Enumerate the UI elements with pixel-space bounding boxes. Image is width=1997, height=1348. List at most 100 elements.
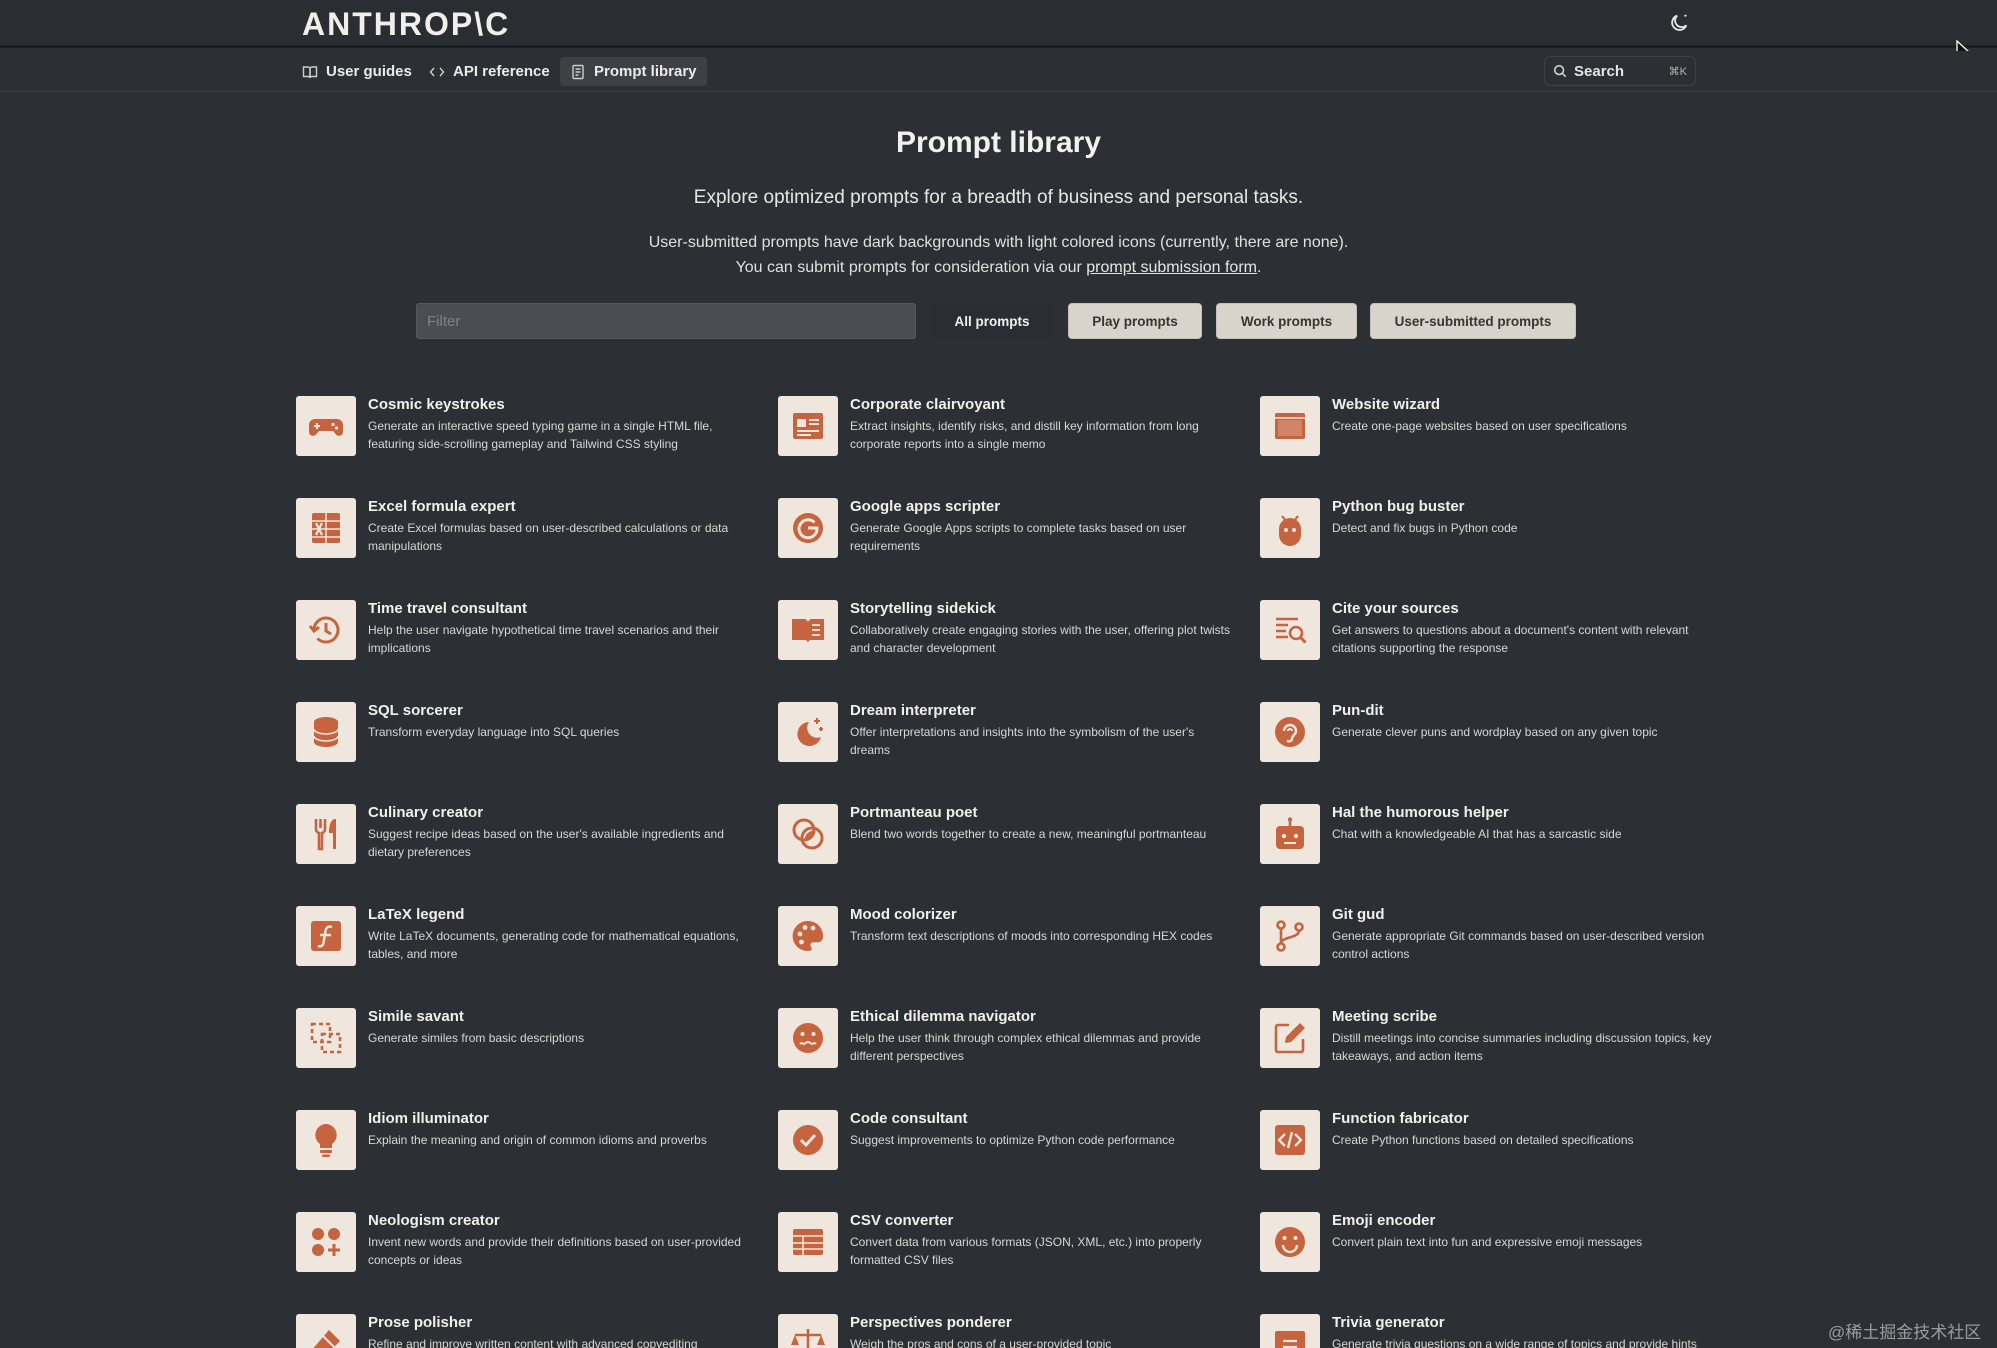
search-button[interactable]: Search ⌘K	[1544, 56, 1696, 86]
prompt-icon-tile	[296, 906, 356, 966]
top-bar: ANTHROP\C	[0, 0, 1997, 48]
submission-note: User-submitted prompts have dark backgro…	[0, 230, 1997, 280]
prompt-card[interactable]: Time travel consultant Help the user nav…	[296, 600, 756, 666]
prompt-submission-link[interactable]: prompt submission form	[1086, 259, 1257, 276]
note-suffix: .	[1256, 259, 1262, 276]
prompt-title: Emoji encoder	[1332, 1212, 1436, 1229]
prompt-description: Write LaTeX documents, generating code f…	[368, 929, 739, 961]
prompt-icon-tile	[1260, 1314, 1320, 1348]
prompt-card[interactable]: Corporate clairvoyant Extract insights, …	[778, 396, 1238, 462]
prompt-description: Generate appropriate Git commands based …	[1332, 929, 1705, 961]
prompt-card[interactable]: Portmanteau poet Blend two words togethe…	[778, 804, 1238, 870]
anthropic-logo[interactable]: ANTHROP\C	[302, 6, 510, 43]
prompt-card[interactable]: Perspectives ponderer Weigh the pros and…	[778, 1314, 1238, 1348]
prompt-card[interactable]: Excel formula expert Create Excel formul…	[296, 498, 756, 564]
prompt-card[interactable]: Python bug buster Detect and fix bugs in…	[1260, 498, 1720, 564]
prompt-card[interactable]: SQL sorcerer Transform everyday language…	[296, 702, 756, 768]
pencil-square-icon	[1274, 1023, 1305, 1054]
prompt-icon-tile	[296, 498, 356, 558]
prompt-title: Pun-dit	[1332, 702, 1384, 719]
scale-icon	[791, 1329, 825, 1348]
prompt-icon-tile	[1260, 498, 1320, 558]
prompt-description: Generate trivia questions on a wide rang…	[1332, 1337, 1697, 1348]
prompt-description: Transform everyday language into SQL que…	[368, 725, 620, 739]
prompt-description: Weigh the pros and cons of a user-provid…	[850, 1337, 1112, 1348]
nav-api-reference[interactable]: API reference	[419, 57, 560, 86]
filter-user-submitted-button[interactable]: User-submitted prompts	[1370, 303, 1576, 339]
uneasy-face-icon	[793, 1023, 823, 1053]
prompt-description: Transform text descriptions of moods int…	[850, 929, 1213, 943]
filter-input[interactable]	[416, 303, 916, 339]
prompt-card[interactable]: Neologism creator Invent new words and p…	[296, 1212, 756, 1278]
prompt-card[interactable]: Hal the humorous helper Chat with a know…	[1260, 804, 1720, 870]
prompt-description: Offer interpretations and insights into …	[850, 725, 1195, 757]
prompt-card[interactable]: Function fabricator Create Python functi…	[1260, 1110, 1720, 1176]
note-line-2: You can submit prompts for consideration…	[0, 255, 1997, 280]
prompt-title: SQL sorcerer	[368, 702, 463, 719]
prompt-card[interactable]: Simile savant Generate similes from basi…	[296, 1008, 756, 1074]
prompt-card[interactable]: Dream interpreter Offer interpretations …	[778, 702, 1238, 768]
prompt-icon-tile	[296, 600, 356, 660]
nav-label: User guides	[326, 63, 412, 80]
filter-play-prompts-button[interactable]: Play prompts	[1068, 303, 1202, 339]
prompt-title: Function fabricator	[1332, 1110, 1469, 1127]
prompt-description: Create Python functions based on detaile…	[1332, 1133, 1634, 1147]
prompt-title: Simile savant	[368, 1008, 464, 1025]
prompt-title: Time travel consultant	[368, 600, 527, 617]
eraser-icon	[313, 1330, 340, 1348]
filter-all-prompts-button[interactable]: All prompts	[931, 303, 1053, 339]
note-prefix: You can submit prompts for consideration…	[735, 259, 1087, 276]
theme-toggle-moon-icon[interactable]	[1668, 12, 1690, 34]
prompt-title: Mood colorizer	[850, 906, 957, 923]
note-line-1: User-submitted prompts have dark backgro…	[648, 234, 1349, 251]
prompt-description: Refine and improve written content with …	[368, 1337, 698, 1348]
document-search-icon	[1276, 617, 1307, 644]
prompt-icon-tile	[1260, 396, 1320, 456]
book-icon	[302, 65, 318, 78]
prompt-card[interactable]: Mood colorizer Transform text descriptio…	[778, 906, 1238, 972]
prompt-description: Generate clever puns and wordplay based …	[1332, 725, 1658, 739]
prompt-card[interactable]: Trivia generator Generate trivia questio…	[1260, 1314, 1720, 1348]
prompt-card[interactable]: Emoji encoder Convert plain text into fu…	[1260, 1212, 1720, 1278]
search-icon	[1553, 64, 1567, 78]
prompt-card[interactable]: Cosmic keystrokes Generate an interactiv…	[296, 396, 756, 462]
nav-bar: User guides API reference Prompt library…	[0, 51, 1997, 92]
prompt-card[interactable]: LaTeX legend Write LaTeX documents, gene…	[296, 906, 756, 972]
ear-icon	[1275, 717, 1305, 747]
prompt-title: Ethical dilemma navigator	[850, 1008, 1036, 1025]
prompt-card[interactable]: Meeting scribe Distill meetings into con…	[1260, 1008, 1720, 1074]
prompt-card[interactable]: CSV converter Convert data from various …	[778, 1212, 1238, 1278]
prompt-icon-tile	[1260, 1110, 1320, 1170]
document-icon	[572, 64, 584, 79]
prompt-card[interactable]: Storytelling sidekick Collaboratively cr…	[778, 600, 1238, 666]
filter-work-prompts-button[interactable]: Work prompts	[1216, 303, 1357, 339]
prompt-description: Generate similes from basic descriptions	[368, 1031, 585, 1045]
prompt-card[interactable]: Git gud Generate appropriate Git command…	[1260, 906, 1720, 972]
watermark: @稀土掘金技术社区	[1828, 1323, 1982, 1342]
prompt-card[interactable]: Ethical dilemma navigator Help the user …	[778, 1008, 1238, 1074]
prompt-description: Generate an interactive speed typing gam…	[368, 419, 713, 451]
prompt-card[interactable]: Google apps scripter Generate Google App…	[778, 498, 1238, 564]
prompt-title: Cosmic keystrokes	[368, 396, 505, 413]
prompt-card[interactable]: Code consultant Suggest improvements to …	[778, 1110, 1238, 1176]
table-icon	[793, 1229, 823, 1255]
prompt-card[interactable]: Pun-dit Generate clever puns and wordpla…	[1260, 702, 1720, 768]
code-brackets-icon	[1275, 1125, 1305, 1155]
nav-user-guides[interactable]: User guides	[292, 57, 422, 86]
prompt-card[interactable]: Idiom illuminator Explain the meaning an…	[296, 1110, 756, 1176]
prompt-title: Trivia generator	[1332, 1314, 1445, 1331]
prompt-card[interactable]: Culinary creator Suggest recipe ideas ba…	[296, 804, 756, 870]
nav-prompt-library[interactable]: Prompt library	[560, 57, 707, 86]
prompt-description: Generate Google Apps scripts to complete…	[850, 521, 1187, 553]
prompt-icon-tile	[778, 1110, 838, 1170]
fork-knife-icon	[314, 819, 336, 851]
search-label: Search	[1574, 62, 1625, 80]
prompt-description: Collaboratively create engaging stories …	[850, 623, 1230, 655]
prompt-icon-tile	[296, 1212, 356, 1272]
shapes-plus-icon	[312, 1228, 340, 1256]
page-title: Prompt library	[895, 126, 1102, 159]
prompt-card[interactable]: Prose polisher Refine and improve writte…	[296, 1314, 756, 1348]
prompt-icon-tile	[778, 396, 838, 456]
prompt-card[interactable]: Cite your sources Get answers to questio…	[1260, 600, 1720, 666]
prompt-card[interactable]: Website wizard Create one-page websites …	[1260, 396, 1720, 462]
